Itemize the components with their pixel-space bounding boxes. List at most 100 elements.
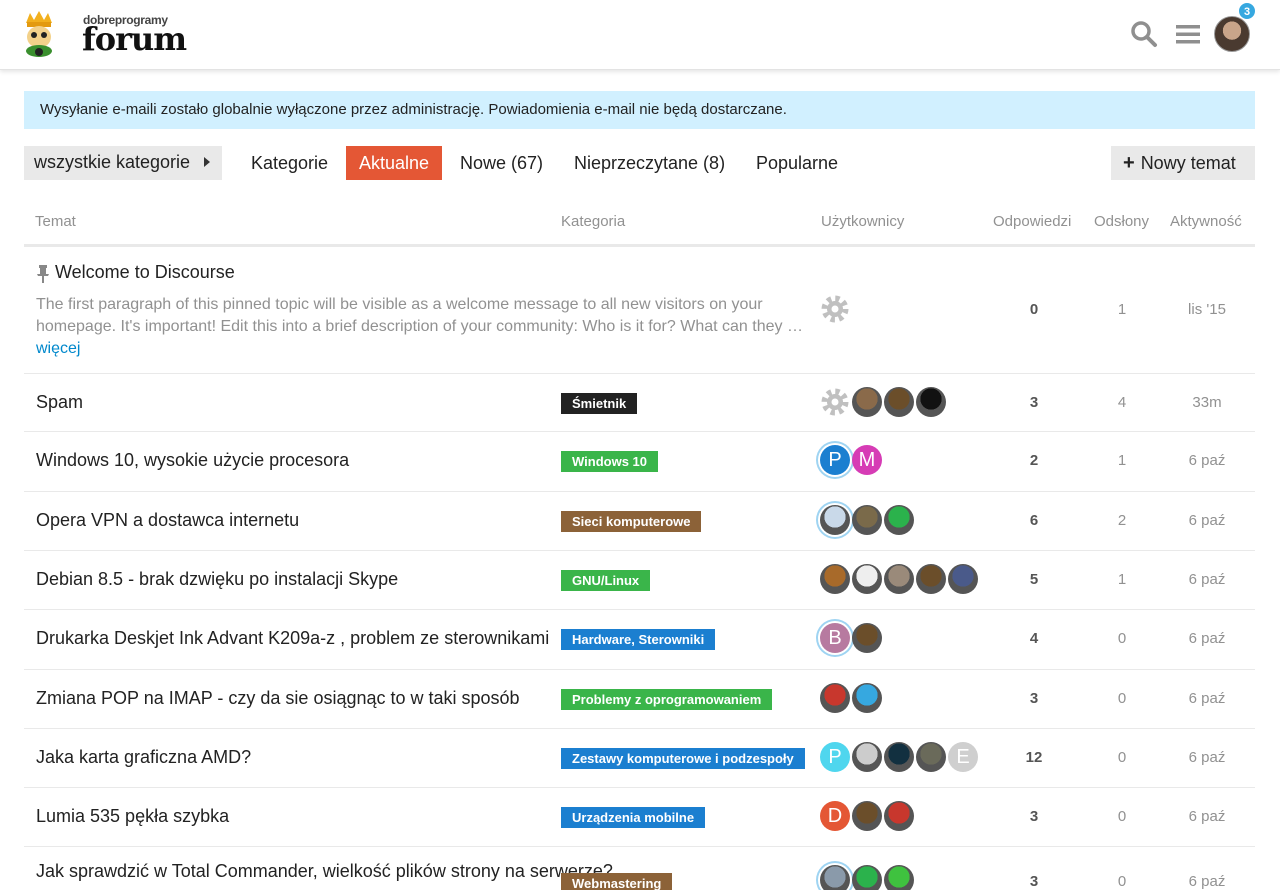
col-replies[interactable]: Odpowiedzi bbox=[993, 213, 1071, 230]
poster-avatar[interactable]: D bbox=[820, 801, 850, 831]
poster-avatar[interactable] bbox=[852, 505, 882, 535]
poster-avatar[interactable] bbox=[820, 865, 850, 890]
poster-avatar[interactable] bbox=[820, 683, 850, 713]
poster-avatar[interactable] bbox=[916, 387, 946, 417]
poster-avatar[interactable] bbox=[852, 801, 882, 831]
poster-avatar[interactable] bbox=[820, 564, 850, 594]
view-count: 1 bbox=[1117, 452, 1127, 469]
tab-latest[interactable]: Aktualne bbox=[346, 146, 443, 180]
poster-avatar[interactable] bbox=[884, 564, 914, 594]
reply-count: 5 bbox=[1029, 571, 1039, 588]
poster-avatar[interactable] bbox=[820, 505, 850, 535]
poster-avatar[interactable]: P bbox=[820, 742, 850, 772]
last-activity[interactable]: 6 paź bbox=[1176, 452, 1238, 469]
category-badge[interactable]: Problemy z oprogramowaniem bbox=[561, 689, 773, 710]
poster-avatar[interactable]: P bbox=[820, 445, 850, 475]
tab-unread[interactable]: Nieprzeczytane (8) bbox=[561, 146, 738, 180]
poster-avatar[interactable]: B bbox=[820, 623, 850, 653]
poster-avatar[interactable] bbox=[852, 742, 882, 772]
topic-row: Jaka karta graficzna AMD? Zestawy kompute… bbox=[24, 729, 1255, 788]
col-category[interactable]: Kategoria bbox=[561, 213, 625, 230]
caret-right-icon bbox=[204, 157, 210, 167]
last-activity[interactable]: 6 paź bbox=[1176, 749, 1238, 766]
poster-avatar[interactable] bbox=[884, 505, 914, 535]
view-count: 0 bbox=[1117, 873, 1127, 890]
poster-avatar[interactable] bbox=[884, 742, 914, 772]
last-activity[interactable]: 6 paź bbox=[1176, 873, 1238, 890]
category-badge[interactable]: Sieci komputerowe bbox=[561, 511, 702, 532]
tab-categories[interactable]: Kategorie bbox=[238, 146, 341, 180]
last-activity[interactable]: 6 paź bbox=[1176, 571, 1238, 588]
hamburger-menu-icon[interactable] bbox=[1174, 20, 1202, 48]
system-gear-icon[interactable] bbox=[820, 387, 850, 417]
view-count: 0 bbox=[1117, 749, 1127, 766]
poster-avatar[interactable]: M bbox=[852, 445, 882, 475]
view-count: 1 bbox=[1117, 301, 1127, 318]
poster-avatar[interactable] bbox=[884, 801, 914, 831]
topic-title[interactable]: Drukarka Deskjet Ink Advant K209a-z , pr… bbox=[36, 628, 549, 649]
view-count: 0 bbox=[1117, 690, 1127, 707]
read-more-link[interactable]: więcej bbox=[36, 340, 80, 357]
avatar bbox=[1214, 16, 1250, 52]
topic-title[interactable]: Spam bbox=[36, 392, 83, 413]
topic-title[interactable]: Lumia 535 pękła szybka bbox=[36, 806, 229, 827]
col-topic[interactable]: Temat bbox=[35, 213, 76, 230]
category-dropdown[interactable]: wszystkie kategorie bbox=[24, 146, 222, 180]
last-activity[interactable]: lis '15 bbox=[1176, 301, 1238, 318]
new-topic-label: Nowy temat bbox=[1140, 153, 1236, 173]
topic-navigation: wszystkie kategorie Kategorie Aktualne N… bbox=[24, 146, 1255, 180]
poster-avatar[interactable] bbox=[916, 742, 946, 772]
col-views[interactable]: Odsłony bbox=[1094, 213, 1149, 230]
user-avatar-button[interactable]: 3 bbox=[1214, 2, 1256, 54]
topic-title[interactable]: Welcome to Discourse bbox=[55, 262, 235, 283]
category-badge[interactable]: Windows 10 bbox=[561, 451, 659, 472]
poster-avatar[interactable] bbox=[884, 865, 914, 890]
view-count: 4 bbox=[1117, 394, 1127, 411]
category-badge[interactable]: Śmietnik bbox=[561, 393, 638, 414]
reply-count: 0 bbox=[1029, 301, 1039, 318]
category-badge[interactable]: Zestawy komputerowe i podzespoły bbox=[561, 748, 805, 769]
poster-avatar[interactable] bbox=[884, 387, 914, 417]
topic-list-header: Temat Kategoria Użytkownicy Odpowiedzi O… bbox=[24, 200, 1255, 247]
last-activity[interactable]: 33m bbox=[1176, 394, 1238, 411]
tab-top[interactable]: Popularne bbox=[743, 146, 851, 180]
poster-avatar[interactable] bbox=[852, 865, 882, 890]
last-activity[interactable]: 6 paź bbox=[1176, 630, 1238, 647]
topic-title[interactable]: Jak sprawdzić w Total Commander, wielkoś… bbox=[36, 861, 613, 882]
col-activity[interactable]: Aktywność bbox=[1170, 213, 1242, 230]
topic-row: Opera VPN a dostawca internetu Sieci komp… bbox=[24, 492, 1255, 551]
poster-avatar[interactable]: E bbox=[948, 742, 978, 772]
view-count: 0 bbox=[1117, 808, 1127, 825]
pinned-topic-row: Welcome to Discourse The first paragraph… bbox=[24, 250, 1255, 374]
tab-new[interactable]: Nowe (67) bbox=[447, 146, 556, 180]
reply-count: 3 bbox=[1029, 394, 1039, 411]
topic-excerpt: The first paragraph of this pinned topic… bbox=[36, 294, 806, 360]
global-notice: Wysyłanie e-maili zostało globalnie wyłą… bbox=[24, 91, 1255, 129]
poster-avatar[interactable] bbox=[852, 623, 882, 653]
new-topic-button[interactable]: + Nowy temat bbox=[1111, 146, 1255, 180]
last-activity[interactable]: 6 paź bbox=[1176, 690, 1238, 707]
poster-avatar[interactable] bbox=[852, 387, 882, 417]
last-activity[interactable]: 6 paź bbox=[1176, 512, 1238, 529]
category-badge[interactable]: Urządzenia mobilne bbox=[561, 807, 706, 828]
search-icon[interactable] bbox=[1130, 20, 1158, 48]
category-badge[interactable]: Hardware, Sterowniki bbox=[561, 629, 716, 650]
site-header: dobreprogramy forum 3 bbox=[0, 0, 1280, 70]
topic-title[interactable]: Zmiana POP na IMAP - czy da sie osiągnąc… bbox=[36, 688, 520, 709]
system-gear-icon[interactable] bbox=[820, 294, 850, 324]
category-badge[interactable]: Webmastering bbox=[561, 873, 673, 890]
topic-title[interactable]: Debian 8.5 - brak dzwięku po instalacji … bbox=[36, 569, 398, 590]
topic-title[interactable]: Jaka karta graficzna AMD? bbox=[36, 747, 251, 768]
view-count: 1 bbox=[1117, 571, 1127, 588]
poster-avatar[interactable] bbox=[916, 564, 946, 594]
category-badge[interactable]: GNU/Linux bbox=[561, 570, 651, 591]
reply-count: 2 bbox=[1029, 452, 1039, 469]
topic-title[interactable]: Windows 10, wysokie użycie procesora bbox=[36, 450, 349, 471]
plus-icon: + bbox=[1123, 152, 1135, 174]
poster-avatar[interactable] bbox=[948, 564, 978, 594]
topic-title[interactable]: Opera VPN a dostawca internetu bbox=[36, 510, 299, 531]
forum-logo[interactable]: dobreprogramy forum bbox=[22, 11, 187, 57]
poster-avatar[interactable] bbox=[852, 683, 882, 713]
last-activity[interactable]: 6 paź bbox=[1176, 808, 1238, 825]
poster-avatar[interactable] bbox=[852, 564, 882, 594]
